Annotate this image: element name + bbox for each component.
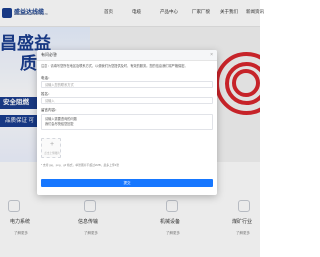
modal-notice: 注意：请填写您所在地区及联系方式，以便我们为您提供及时、有效的服务。您的信息我们… bbox=[41, 64, 188, 68]
close-icon[interactable]: × bbox=[210, 50, 213, 60]
message-label: 留言内容： bbox=[41, 108, 59, 112]
phone-input[interactable]: 请输入您的联系方式 bbox=[41, 81, 213, 88]
image-upload-button[interactable]: + 点击上传图片 bbox=[41, 138, 61, 158]
upload-hint: * 支持 jpg、png、gif 格式，单张图片不超过2MB，最多上传3张 bbox=[41, 163, 120, 167]
inquiry-modal: 有问必答 × 注意：请填写您所在地区及联系方式，以便我们为您提供及时、有效的服务… bbox=[37, 50, 217, 195]
submit-button[interactable]: 提交 bbox=[41, 179, 213, 187]
message-textarea[interactable]: 请输入需要咨询的问题 我们会尽快给您回复 bbox=[41, 114, 213, 130]
plus-icon: + bbox=[49, 141, 55, 148]
upload-label: 点击上传图片 bbox=[44, 152, 60, 155]
modal-header: 有问必答 × bbox=[37, 50, 217, 61]
name-input[interactable]: 请输入 bbox=[41, 97, 213, 104]
modal-title: 有问必答 bbox=[41, 52, 57, 57]
